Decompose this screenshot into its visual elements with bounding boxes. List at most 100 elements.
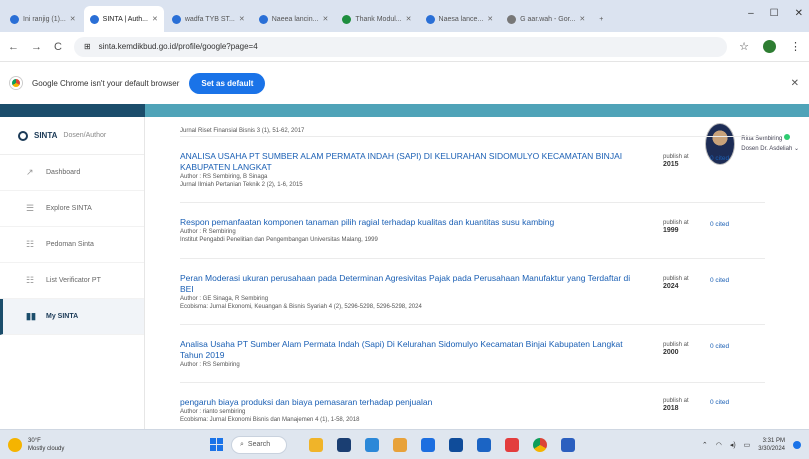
close-icon[interactable]: ✕ (487, 15, 493, 23)
windows-start-icon[interactable] (210, 438, 223, 451)
close-icon[interactable]: ✕ (579, 15, 585, 23)
article-authors: Author : R Sembiring (180, 229, 236, 235)
browser-tab[interactable]: G aar.wah - Gor... ✕ (501, 6, 591, 32)
publish-year: 1999 (663, 227, 679, 234)
browser-tab[interactable]: Ini ranjig (1)... ✕ (4, 6, 82, 32)
widgets-app-icon[interactable] (309, 437, 323, 452)
article-title-link[interactable]: Peran Moderasi ukuran perusahaan pada De… (180, 267, 640, 295)
page-content: SINTA Dosen/Author ↗ Dashboard ☰ Explore S… (0, 104, 809, 429)
list-item: Peran Moderasi ukuran perusahaan pada De… (180, 267, 765, 325)
article-authors: Author : RS Sembiring, B Sinaga (180, 174, 268, 180)
list-icon: ☰ (26, 203, 35, 213)
forward-arrow-icon[interactable]: → (31, 41, 42, 53)
reload-icon[interactable]: C (54, 41, 62, 53)
sidebar-item-explore[interactable]: ☰ Explore SINTA (0, 191, 144, 227)
publish-year: 2000 (663, 349, 679, 356)
new-tab-button[interactable]: + (593, 6, 609, 32)
article-authors: Author : GE Sinaga, R Sembiring (180, 296, 269, 302)
browser-tab[interactable]: Naeea lancin... ✕ (253, 6, 335, 32)
cited-count-link[interactable]: 0 cited (710, 343, 729, 350)
teams-app-icon[interactable] (337, 437, 351, 452)
close-icon[interactable]: ✕ (406, 15, 412, 23)
article-title-link[interactable]: pengaruh biaya produksi dan biaya pemasa… (180, 391, 640, 408)
browser-tab[interactable]: Naesa lance... ✕ (420, 6, 500, 32)
taskbar: 30°F Mostly cloudy ⌕ Search ⌃ ◠ ◂) ▭ 3:31 … (0, 429, 809, 459)
tab-favicon (171, 14, 181, 24)
sidebar-item-my-sinta[interactable]: ▮▮ My SINTA (0, 299, 144, 335)
sidebar-item-verificator[interactable]: ☷ List Verificator PT (0, 263, 144, 299)
file-explorer-icon[interactable] (393, 437, 407, 452)
infobar-message: Google Chrome isn't your default browser (32, 78, 180, 88)
set-as-default-button[interactable]: Set as default (189, 72, 266, 94)
tab-favicon (425, 14, 435, 24)
main-content: Ritta Sembiring Dosen Dr. Asdeliah ⌄ Jur… (146, 117, 809, 429)
weather-temp: 30°F (28, 437, 41, 444)
chart-icon: ↗ (26, 167, 34, 177)
office-app-icon[interactable] (505, 437, 519, 452)
article-authors: Author : RS Sembiring (180, 362, 240, 368)
sidebar-item-dashboard[interactable]: ↗ Dashboard (0, 155, 144, 191)
sidebar: SINTA Dosen/Author ↗ Dashboard ☰ Explore S… (0, 117, 145, 429)
article-title-link[interactable]: ANALISA USAHA PT SUMBER ALAM PERMATA IND… (180, 145, 640, 173)
profile-avatar-icon[interactable] (763, 40, 776, 53)
site-info-icon[interactable]: ⊞ (84, 42, 91, 51)
document-icon: ☷ (26, 275, 35, 285)
taskbar-search[interactable]: ⌕ Search (231, 435, 287, 454)
menu-icon[interactable]: ⋮ (790, 40, 801, 53)
publish-label: publish at (663, 398, 689, 404)
article-title-link[interactable]: Analisa Usaha PT Sumber Alam Permata Ind… (180, 333, 640, 361)
url-field[interactable]: ⊞ sinta.kemdikbud.go.id/profile/google?p… (73, 36, 728, 57)
minimize-icon[interactable]: – (748, 8, 754, 19)
article-title-link[interactable]: Respon pemanfaatan komponen tanaman pili… (180, 211, 640, 228)
back-arrow-icon[interactable]: ← (8, 41, 19, 53)
weather-widget[interactable]: 30°F Mostly cloudy (0, 437, 180, 453)
document-icon: ☷ (26, 239, 35, 249)
maximize-icon[interactable]: ☐ (770, 8, 779, 19)
close-window-icon[interactable]: ✕ (795, 8, 803, 19)
window-controls: – ☐ ✕ (748, 8, 803, 19)
close-icon[interactable]: ✕ (791, 78, 799, 89)
chevron-up-icon[interactable]: ⌃ (702, 441, 708, 449)
cited-count-link[interactable]: 0 cited (710, 399, 729, 406)
close-icon[interactable]: ✕ (322, 15, 328, 23)
app-icon[interactable] (561, 437, 575, 452)
address-bar: ← → C ⊞ sinta.kemdikbud.go.id/profile/go… (0, 32, 809, 62)
close-icon[interactable]: ✕ (152, 15, 158, 23)
edge-app-icon[interactable] (365, 437, 379, 452)
sidebar-item-pedoman[interactable]: ☷ Pedoman Sinta (0, 227, 144, 263)
weather-text: Mostly cloudy (28, 445, 65, 452)
system-tray: ⌃ ◠ ◂) ▭ 3:31 PM 3/30/2024 (702, 437, 809, 453)
browser-tab[interactable]: Thank Modul... ✕ (336, 6, 417, 32)
cited-count-link[interactable]: 0 cited (710, 277, 729, 284)
article-journal: Jurnal Riset Finansial Bisnis 3 (1), 51-… (180, 128, 305, 134)
article-journal: Jurnal Ilmiah Pertanian Teknik 2 (2), 1-… (180, 182, 303, 188)
cited-count-link[interactable]: 0 cited (710, 221, 729, 228)
word-app-icon[interactable] (477, 437, 491, 452)
online-status-icon (784, 134, 791, 140)
browser-tab-strip: Ini ranjig (1)... ✕ SINTA | Auth... ✕ wadf… (0, 0, 809, 32)
default-browser-infobar: Google Chrome isn't your default browser… (0, 62, 809, 104)
publish-label: publish at (663, 220, 689, 226)
tab-favicon (10, 14, 19, 24)
speaker-icon[interactable]: ◂) (730, 441, 736, 449)
publish-label: publish at (663, 342, 689, 348)
star-icon[interactable]: ☆ (739, 40, 749, 53)
mail-app-icon[interactable] (449, 437, 463, 452)
battery-icon[interactable]: ▭ (744, 441, 751, 449)
notification-icon[interactable] (793, 440, 801, 449)
browser-tab-active[interactable]: SINTA | Auth... ✕ (83, 6, 164, 32)
article-journal: Ecobisma: Jurnal Ekonomi, Keuangan & Bis… (180, 304, 422, 310)
clock[interactable]: 3:31 PM 3/30/2024 (758, 437, 785, 453)
list-item: Analisa Usaha PT Sumber Alam Permata Ind… (180, 333, 765, 383)
close-icon[interactable]: ✕ (239, 15, 245, 23)
chevron-down-icon[interactable]: ⌄ (794, 146, 799, 152)
close-icon[interactable]: ✕ (70, 15, 76, 23)
store-app-icon[interactable] (421, 437, 435, 452)
cited-count-link[interactable]: 0 cited (710, 155, 729, 162)
sinta-logo[interactable]: SINTA Dosen/Author (0, 117, 144, 155)
article-journal: Ecobisma: Jurnal Ekonomi Bisnis dan Mana… (180, 417, 360, 423)
wifi-icon[interactable]: ◠ (716, 441, 722, 449)
chrome-logo-icon (10, 77, 22, 89)
chrome-app-icon[interactable] (533, 437, 547, 452)
browser-tab[interactable]: wadfa TYB ST... ✕ (166, 6, 251, 32)
